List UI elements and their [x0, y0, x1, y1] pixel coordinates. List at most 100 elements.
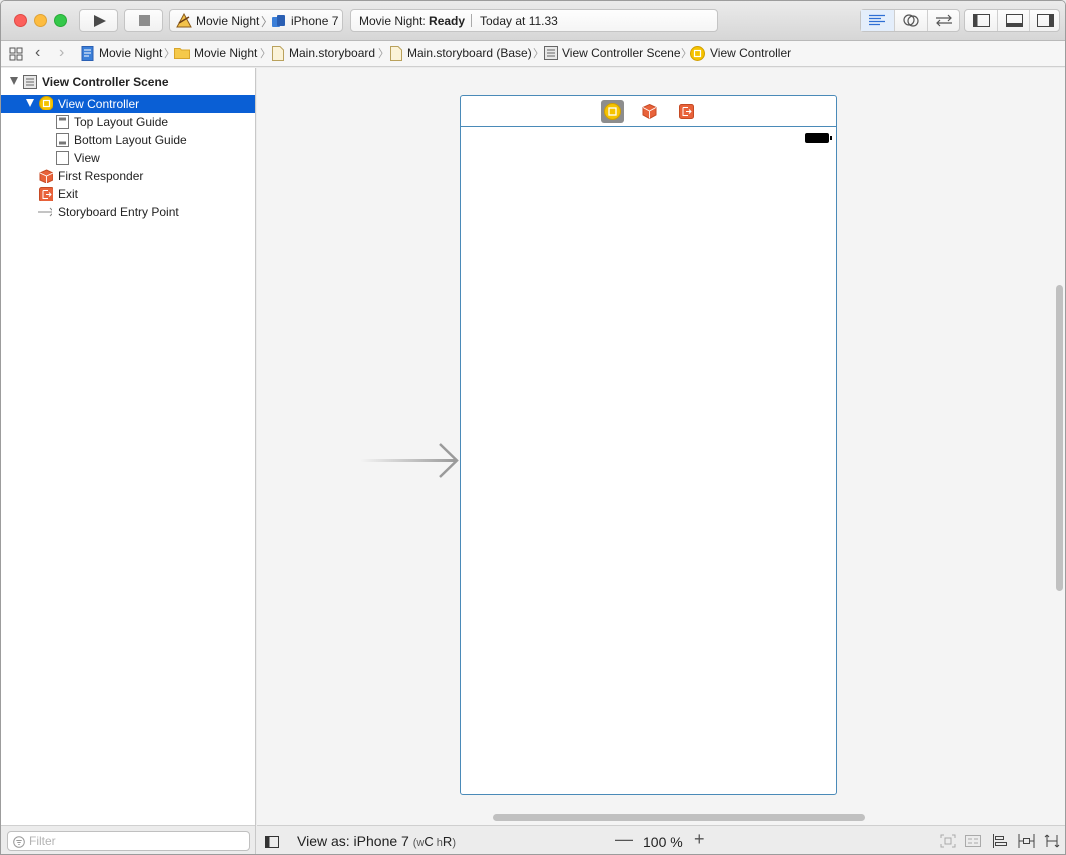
exit-icon [679, 104, 694, 119]
interlocking-rings-icon [903, 14, 919, 27]
stop-icon [139, 15, 150, 26]
outline-item-label: Top Layout Guide [74, 115, 169, 129]
view-controller-frame[interactable] [460, 95, 837, 795]
outline-item-bottom-layout-guide[interactable]: Bottom Layout Guide [1, 131, 255, 149]
app-target-icon [176, 13, 192, 28]
resolve-issues-icon[interactable] [1044, 834, 1060, 848]
left-panel-icon [973, 14, 990, 27]
text-lines-icon [869, 14, 885, 26]
vertical-scrollbar[interactable] [1056, 285, 1063, 591]
view-controller-icon [690, 46, 705, 61]
arrows-swap-icon [936, 14, 952, 27]
scene-icon [544, 46, 558, 60]
zoom-out-button[interactable]: — [615, 829, 633, 850]
outline-item-label: Bottom Layout Guide [74, 133, 187, 147]
outline-item-label: View [74, 151, 100, 165]
outline-item-first-responder[interactable]: First Responder [1, 167, 255, 185]
jump-bar: ‹ › Movie Night 〉 Movie Night 〉 Main.sto… [1, 41, 1065, 67]
xcode-window: Movie Night 〉 iPhone 7 Movie Night: Read… [0, 0, 1066, 855]
outline-item-label: View Controller [58, 97, 140, 111]
entry-arrow-icon [38, 207, 52, 217]
outline-item-top-layout-guide[interactable]: Top Layout Guide [1, 113, 255, 131]
chevron-right-icon: 〉 [260, 48, 271, 60]
panel-toggle-control [964, 9, 1060, 32]
outline-item-view[interactable]: View [1, 149, 255, 167]
breadcrumb-scene[interactable]: View Controller Scene [562, 46, 681, 60]
editor-mode-control [860, 9, 960, 32]
toggle-debug-area-button[interactable] [997, 10, 1029, 31]
scene-dock [461, 96, 836, 127]
breadcrumb-folder[interactable]: Movie Night [194, 46, 257, 60]
project-file-icon [81, 46, 94, 61]
first-responder-icon [39, 169, 53, 183]
forward-arrow-icon[interactable]: › [59, 44, 64, 62]
disclosure-triangle-icon[interactable] [10, 77, 18, 85]
close-window-button[interactable] [14, 14, 27, 27]
horizontal-scrollbar[interactable] [493, 814, 865, 821]
stop-button[interactable] [124, 9, 163, 32]
bottom-panel-icon [1006, 14, 1023, 27]
update-frames-icon[interactable] [940, 834, 956, 848]
align-icon[interactable] [992, 834, 1008, 848]
filter-bar [1, 825, 255, 854]
zoom-in-button[interactable]: + [694, 829, 705, 850]
divider [471, 14, 472, 27]
folder-icon [174, 48, 190, 59]
dock-first-responder-button[interactable] [638, 100, 661, 123]
outline-item-entry-point[interactable]: Storyboard Entry Point [1, 203, 255, 221]
dock-exit-button[interactable] [675, 100, 698, 123]
battery-icon [805, 133, 832, 143]
exit-icon [39, 187, 53, 201]
embed-in-stack-icon[interactable] [965, 834, 981, 848]
scheme-selector[interactable]: Movie Night 〉 iPhone 7 [169, 9, 343, 32]
breadcrumb-storyboard-base[interactable]: Main.storyboard (Base) [407, 46, 532, 60]
filter-icon [13, 836, 25, 848]
dock-view-controller-button[interactable] [601, 100, 624, 123]
storyboard-canvas[interactable] [257, 68, 1065, 825]
outline-item-scene[interactable]: View Controller Scene [1, 73, 255, 91]
document-outline: View Controller Scene View Controller To… [1, 68, 256, 854]
breadcrumb-storyboard[interactable]: Main.storyboard [289, 46, 375, 60]
outline-item-view-controller[interactable]: View Controller [1, 95, 255, 113]
storyboard-file-icon [390, 46, 402, 61]
outline-item-label: Storyboard Entry Point [58, 205, 179, 219]
outline-item-label: View Controller Scene [42, 75, 169, 89]
add-constraints-icon[interactable] [1018, 834, 1035, 848]
device-icon [272, 15, 285, 27]
layout-guide-icon [56, 115, 69, 129]
outline-item-label: Exit [58, 187, 79, 201]
assistant-editor-button[interactable] [894, 10, 927, 31]
layout-guide-icon [56, 133, 69, 147]
view-as-selector[interactable]: View as: iPhone 7 (wC hR) [297, 833, 456, 849]
activity-view: Movie Night: Ready Today at 11.33 [350, 9, 718, 32]
zoom-window-button[interactable] [54, 14, 67, 27]
filter-input[interactable] [7, 831, 250, 851]
entry-point-arrow-icon[interactable] [360, 441, 460, 481]
toggle-inspector-button[interactable] [1029, 10, 1059, 31]
build-status: Movie Night: Ready [359, 14, 466, 28]
back-arrow-icon[interactable]: ‹ [35, 44, 40, 62]
outline-item-label: First Responder [58, 169, 144, 183]
scheme-name: Movie Night [196, 14, 260, 28]
toggle-navigator-button[interactable] [965, 10, 997, 31]
standard-editor-button[interactable] [861, 10, 894, 31]
storyboard-file-icon [272, 46, 284, 61]
outline-item-exit[interactable]: Exit [1, 185, 255, 203]
version-editor-button[interactable] [927, 10, 959, 31]
build-time: Today at 11.33 [480, 14, 558, 28]
toggle-outline-icon[interactable] [265, 836, 279, 848]
breadcrumb-view-controller[interactable]: View Controller [710, 46, 791, 60]
canvas-bottom-bar: View as: iPhone 7 (wC hR) — 100 % + [257, 825, 1065, 854]
toolbar: Movie Night 〉 iPhone 7 Movie Night: Read… [1, 1, 1065, 41]
view-controller-icon [604, 103, 621, 120]
zoom-level[interactable]: 100 % [643, 834, 683, 850]
scene-icon [23, 75, 37, 89]
run-button[interactable] [79, 9, 118, 32]
breadcrumb-project[interactable]: Movie Night [99, 46, 162, 60]
chevron-right-icon: 〉 [533, 48, 544, 60]
disclosure-triangle-icon[interactable] [26, 99, 34, 107]
device-name: iPhone 7 [291, 14, 339, 28]
related-items-icon[interactable] [9, 47, 23, 61]
play-icon [94, 15, 106, 27]
minimize-window-button[interactable] [34, 14, 47, 27]
